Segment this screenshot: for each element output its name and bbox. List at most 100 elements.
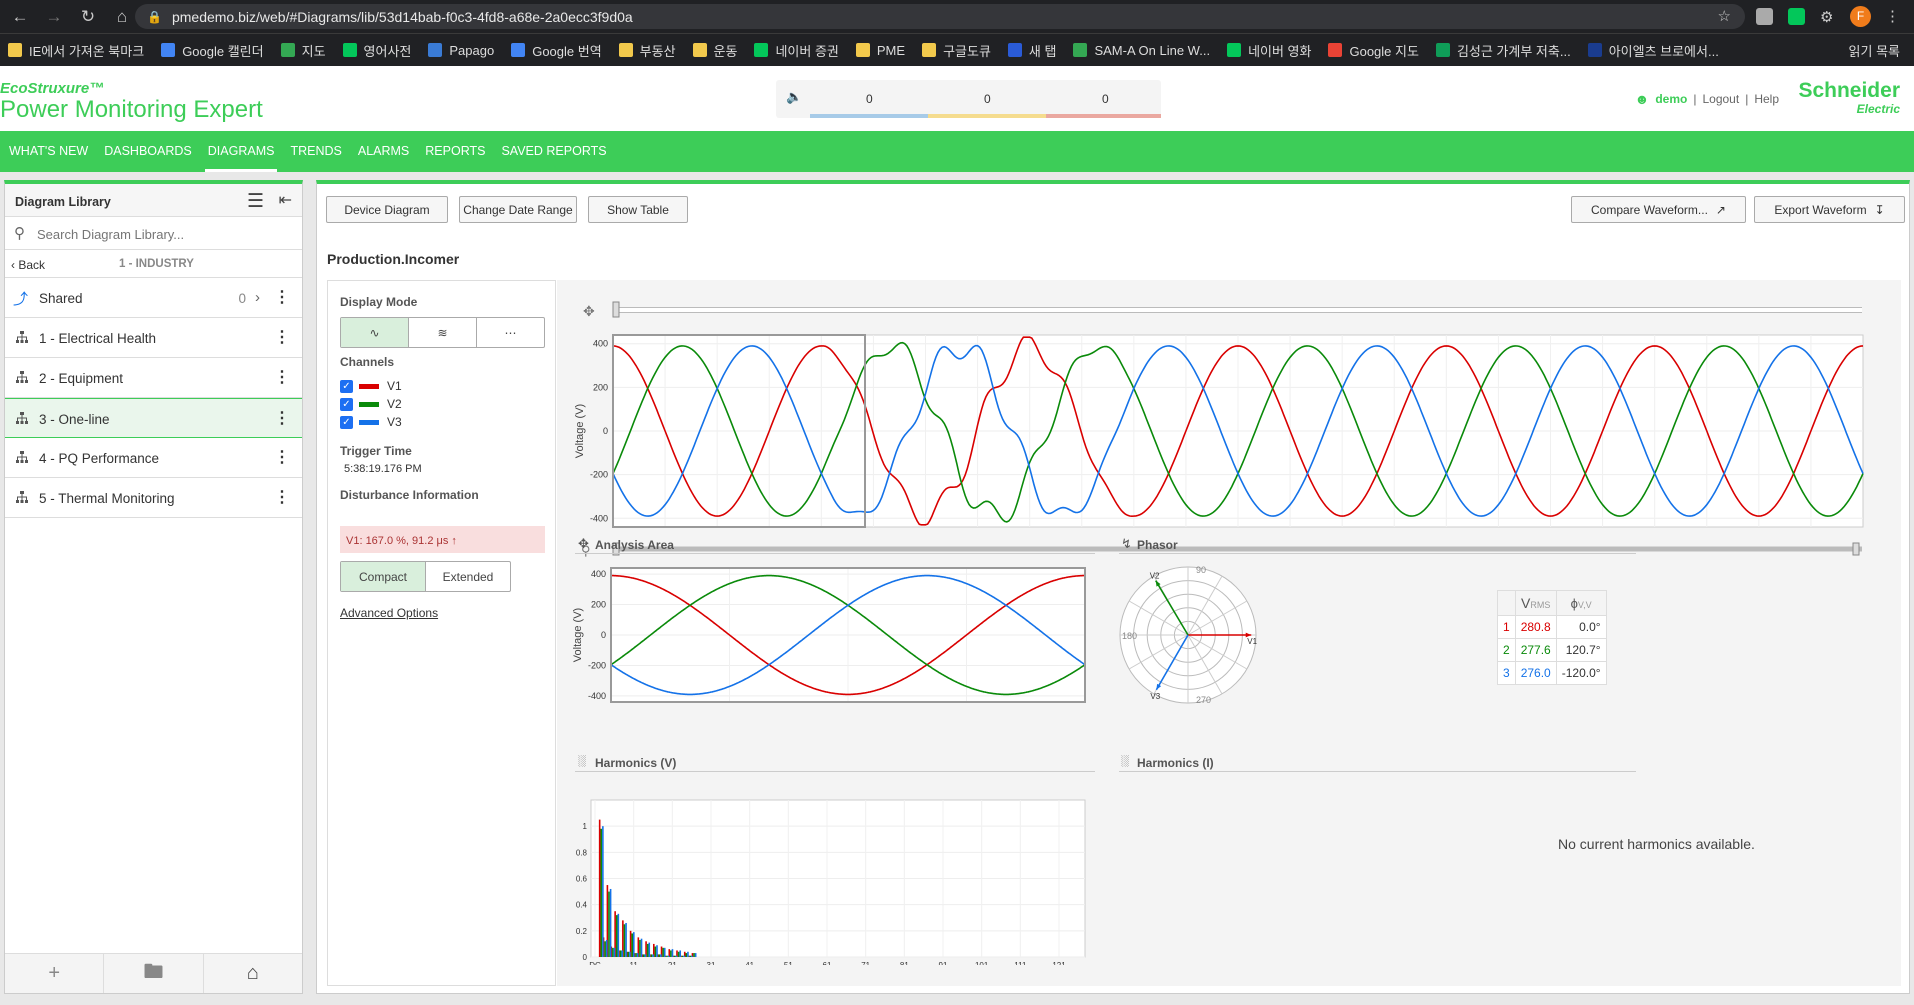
bookmark-item[interactable]: Google 지도 [1328,41,1419,60]
bookmark-item[interactable]: IE에서 가져온 북마크 [8,41,144,60]
vrms-value: 276.0 [1514,661,1557,685]
main-waveform-chart[interactable]: ✥4002000-200-400Voltage (V)⚲ [557,280,1901,565]
display-mode-label: Display Mode [340,295,418,309]
username-link[interactable]: demo [1655,92,1687,106]
nav-dashboards[interactable]: DASHBOARDS [104,131,192,172]
phase-index: 2 [1497,638,1516,662]
bookmark-item[interactable]: Google 번역 [511,41,602,60]
more-options-icon[interactable]: ⋮ [274,288,290,308]
more-options-icon[interactable]: ⋮ [274,328,290,348]
show-table-button[interactable]: Show Table [588,196,688,223]
more-options-icon[interactable]: ⋮ [274,448,290,468]
analysis-waveform-chart[interactable]: 400 200 0 -200 -400 Voltage (V) [557,560,1097,710]
help-link[interactable]: Help [1754,92,1779,106]
bookmark-label: 운동 [713,43,738,59]
extension-icon[interactable] [1756,8,1773,25]
library-item[interactable]: 1 - Electrical Health ⋮ [5,318,302,358]
home-icon[interactable]: ⌂ [108,3,136,31]
add-icon[interactable]: + [5,954,105,993]
home-icon[interactable]: ⌂ [204,954,302,993]
bookmark-label: Google 캘린더 [182,43,264,59]
library-item[interactable]: 4 - PQ Performance ⋮ [5,438,302,478]
search-input[interactable] [37,224,287,244]
harmonic-bar [627,951,630,957]
change-date-range-button[interactable]: Change Date Range [459,196,577,223]
scrollbar-handle[interactable] [612,301,620,318]
advanced-options-link[interactable]: Advanced Options [340,606,438,620]
profile-avatar[interactable]: F [1850,6,1871,27]
address-bar[interactable]: 🔒 pmedemo.biz/web/#Diagrams/lib/53d14bab… [135,4,1745,29]
channel-v2[interactable]: ✓ V2 [340,397,402,411]
bookmark-item[interactable]: 구글도큐 [922,41,991,60]
checkbox-checked[interactable]: ✓ [340,397,353,411]
forward-arrow-icon[interactable]: → [40,3,68,31]
bookmark-item[interactable]: 김성근 가계부 저축... [1435,41,1571,60]
library-item[interactable]: 3 - One-line ⋮ [5,398,302,438]
zoom-handle-right[interactable] [1852,542,1860,556]
library-item-label: 5 - Thermal Monitoring [39,491,175,506]
more-options-icon[interactable]: ⋮ [274,488,290,508]
y-tick-label: 400 [593,339,608,349]
library-item[interactable]: 2 - Equipment ⋮ [5,358,302,398]
phasor-diagram[interactable]: 90 180 270 V1 V2 V3 [1113,560,1263,710]
harmonics-v-title: Harmonics (V) [595,756,677,770]
new-folder-icon[interactable]: 🖿 [104,954,204,993]
harmonics-v-chart[interactable]: 1 0.8 0.6 0.4 0.2 0DC 11 21 31 41 51 61 71 81 91 101 111… [557,780,1097,965]
bookmark-label: 부동산 [639,43,676,59]
nav-saved-reports[interactable]: SAVED REPORTS [501,131,606,172]
channel-v3[interactable]: ✓ V3 [340,415,402,429]
bookmark-item[interactable]: 아이엘츠 브로에서... [1587,41,1719,60]
table-mode-icon[interactable]: ⋯ [477,318,544,347]
bookmark-item[interactable]: 영어사전 [342,41,411,60]
user-area: ☻ demo | Logout | Help [1635,91,1779,107]
back-arrow-icon[interactable]: ← [6,3,34,31]
back-link[interactable]: ‹ Back [11,258,45,272]
nav-trends[interactable]: TRENDS [290,131,341,172]
reading-list[interactable]: 읽기 목록 [1849,41,1900,60]
export-waveform-button[interactable]: Export Waveform ↧ [1754,196,1905,223]
nav-what-s-new[interactable]: WHAT'S NEW [9,131,88,172]
naver-extension-icon[interactable] [1788,8,1805,25]
harmonic-bar [685,953,688,957]
library-item-shared[interactable]: ⤴ Shared 0 › ⋮ [5,278,302,318]
bookmark-item[interactable]: 네이버 증권 [754,41,839,60]
collapse-panel-icon[interactable]: ⇤ [279,190,292,210]
waveform-mode-icon[interactable]: ∿ [341,318,409,347]
checkbox-checked[interactable]: ✓ [340,415,353,429]
star-icon[interactable]: ☆ [1718,7,1731,25]
bookmark-item[interactable]: 부동산 [618,41,676,60]
bookmark-item[interactable]: Google 캘린더 [161,41,264,60]
list-menu-icon[interactable]: ☰ [247,190,264,213]
puzzle-icon[interactable]: ⚙ [1820,8,1837,26]
device-diagram-button[interactable]: Device Diagram [326,196,448,223]
alarm-counters[interactable]: 🔈 0 0 0 [776,80,1161,118]
nav-reports[interactable]: REPORTS [425,131,485,172]
channel-v1[interactable]: ✓ V1 [340,379,402,393]
y-tick-label: 200 [591,600,606,610]
bookmark-item[interactable]: 새 탭 [1007,41,1056,60]
checkbox-checked[interactable]: ✓ [340,379,353,393]
logout-link[interactable]: Logout [1702,92,1739,106]
bookmark-item[interactable]: SAM-A On Line W... [1073,43,1210,58]
nav-diagrams[interactable]: DIAGRAMS [204,131,278,172]
extended-button[interactable]: Extended [426,562,510,591]
compact-button[interactable]: Compact [341,562,426,591]
bookmark-item[interactable]: Papago [428,43,494,58]
harmonic-bar [667,955,670,957]
compare-waveform-button[interactable]: Compare Waveform... ↗ [1571,196,1746,223]
nav-alarms[interactable]: ALARMS [358,131,409,172]
bookmark-label: Google 지도 [1349,43,1419,59]
bookmark-icon [1007,43,1022,57]
rms-mode-icon[interactable]: ≋ [409,318,477,347]
more-options-icon[interactable]: ⋮ [274,368,290,388]
bookmark-item[interactable]: 지도 [280,41,326,60]
reload-icon[interactable]: ↻ [74,3,102,31]
menu-icon[interactable]: ⋮ [1885,7,1900,25]
library-item[interactable]: 5 - Thermal Monitoring ⋮ [5,478,302,518]
angle-value: 0.0° [1555,615,1607,639]
browser-toolbar: ← → ↻ ⌂ 🔒 pmedemo.biz/web/#Diagrams/lib/… [0,0,1914,33]
bookmark-item[interactable]: 운동 [692,41,738,60]
bookmark-item[interactable]: 네이버 영화 [1227,41,1311,60]
bookmark-item[interactable]: PME [855,43,905,58]
more-options-icon[interactable]: ⋮ [274,409,290,429]
